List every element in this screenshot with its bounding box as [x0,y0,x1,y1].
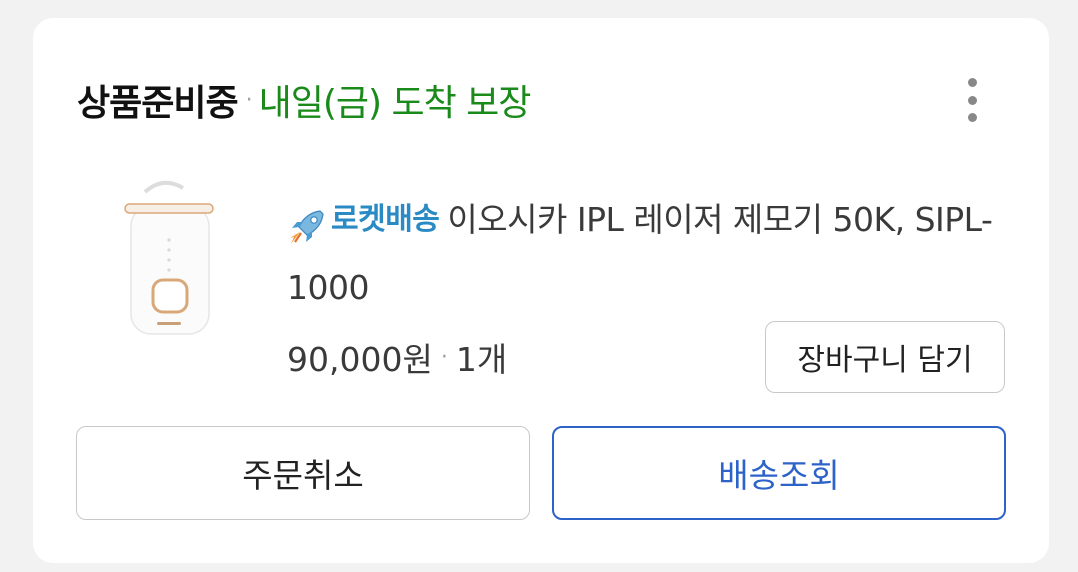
price-quantity-row: 90,000원 · 1개 [287,333,507,381]
add-to-cart-button[interactable]: 장바구니 담기 [765,321,1005,393]
product-price: 90,000원 [287,340,433,379]
rocket-delivery-label: 로켓배송 [331,202,440,237]
product-quantity: 1개 [455,340,508,379]
rocket-delivery-badge: 로켓배송 [287,186,440,254]
rocket-icon [290,210,324,244]
delivery-promise: 내일(금) 도착 보장 [258,83,532,124]
product-thumbnail[interactable] [123,178,223,346]
track-delivery-button[interactable]: 배송조회 [552,426,1006,520]
more-dot [967,113,977,122]
order-card: 상품준비중 · 내일(금) 도착 보장 로켓배송 이오시카 IPL 레이저 제모… [33,18,1049,563]
status-separator: · [245,87,253,113]
cancel-order-button[interactable]: 주문취소 [76,426,530,520]
order-status-header: 상품준비중 · 내일(금) 도착 보장 [77,72,532,128]
more-dot [967,78,977,87]
more-dot [967,95,977,105]
product-title[interactable]: 로켓배송 이오시카 IPL 레이저 제모기 50K, SIPL-1000 [287,186,1007,322]
more-vertical-icon[interactable] [955,78,989,122]
order-status: 상품준비중 [77,83,239,124]
price-separator: · [440,344,448,370]
